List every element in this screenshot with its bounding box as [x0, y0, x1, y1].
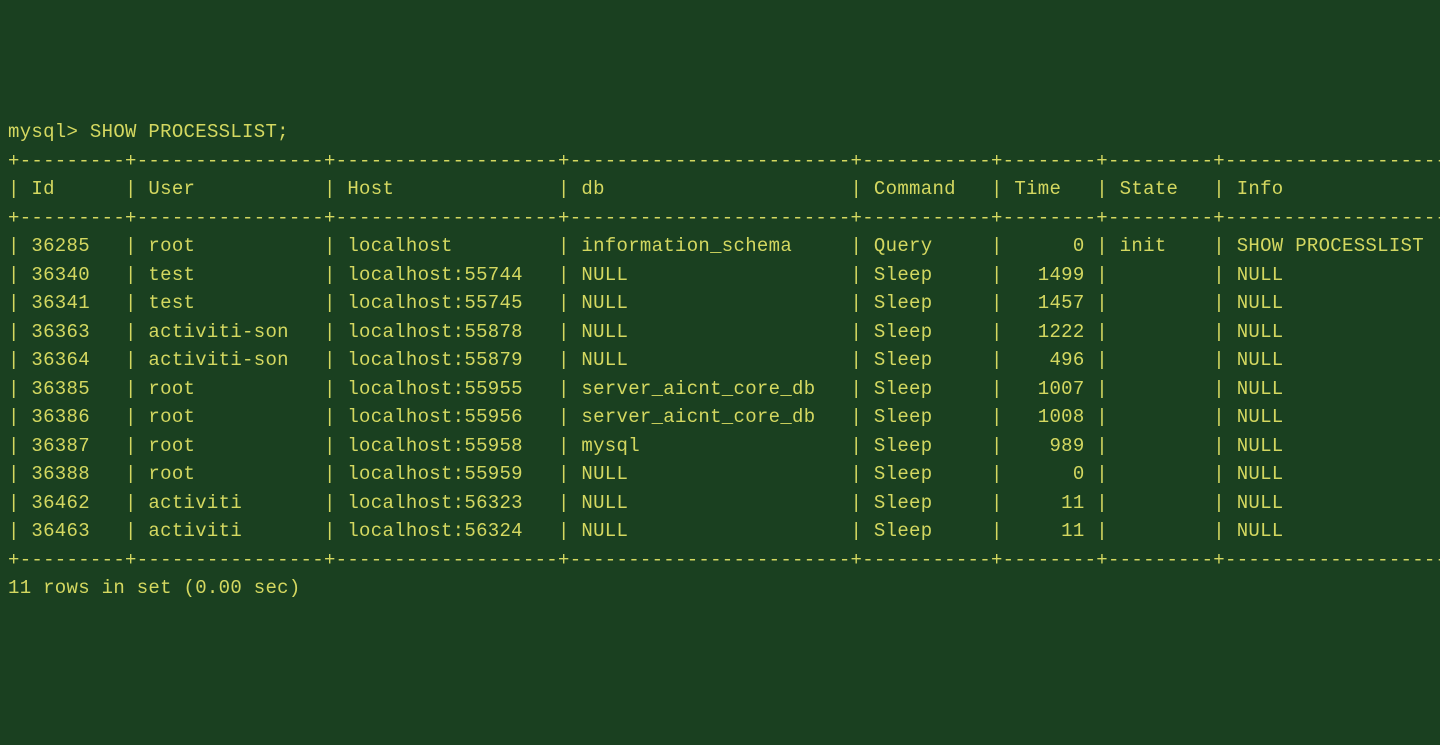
command-text: SHOW PROCESSLIST; — [90, 121, 289, 143]
table-body: | 36285 | root | localhost | information… — [8, 235, 1440, 542]
mysql-prompt: mysql> — [8, 121, 78, 143]
table-border-bottom: +---------+----------------+------------… — [8, 549, 1440, 571]
table-header-row: | Id | User | Host | db | Command | Time… — [8, 178, 1440, 200]
table-border-top: +---------+----------------+------------… — [8, 150, 1440, 172]
table-border-mid: +---------+----------------+------------… — [8, 207, 1440, 229]
result-footer: 11 rows in set (0.00 sec) — [8, 577, 301, 599]
mysql-terminal[interactable]: mysql> SHOW PROCESSLIST; +---------+----… — [8, 118, 1432, 603]
prompt-line: mysql> SHOW PROCESSLIST; — [8, 121, 289, 143]
